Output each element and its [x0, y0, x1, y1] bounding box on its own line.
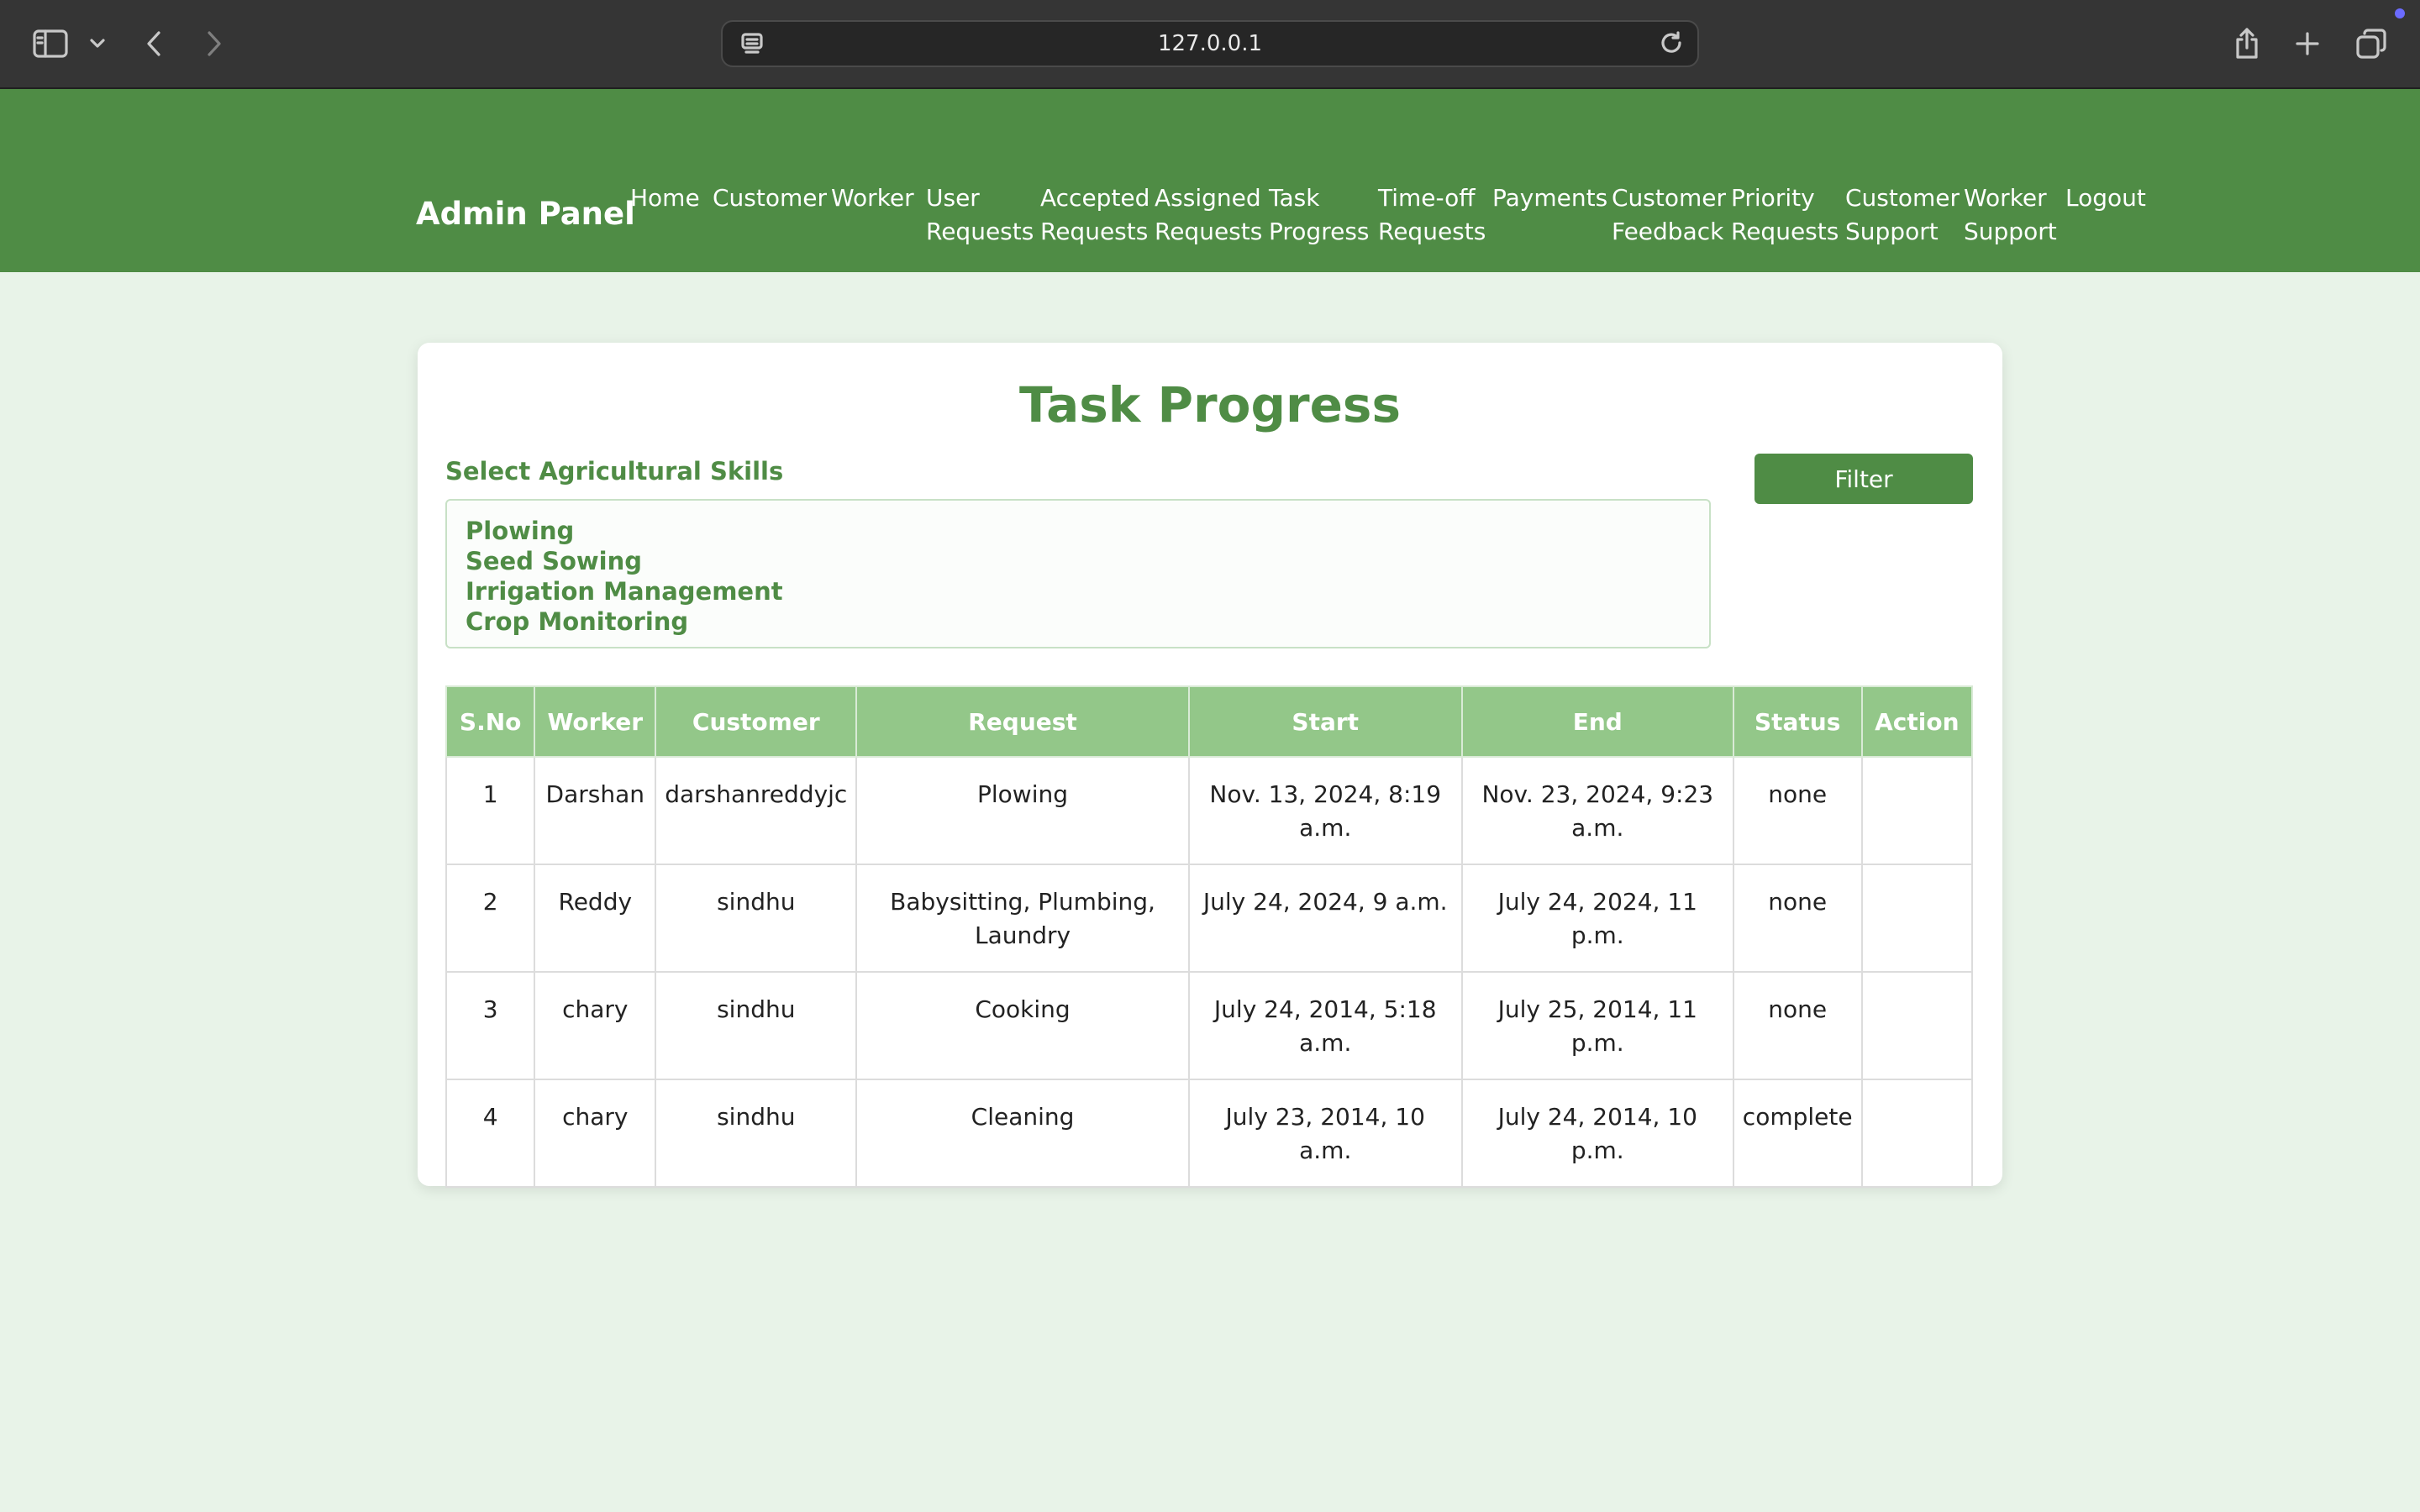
page-title: Task Progress: [1019, 376, 1401, 433]
cell-end: July 25, 2014, 11 p.m.: [1460, 971, 1734, 1080]
cell-worker: chary: [534, 971, 657, 1080]
cell-request: Plowing: [855, 756, 1190, 865]
cell-end: Nov. 23, 2024, 9:23 a.m.: [1460, 756, 1734, 865]
nav-logout[interactable]: Logout: [2065, 181, 2146, 215]
column-header-request: Request: [855, 685, 1190, 758]
column-header-end: End: [1460, 685, 1734, 758]
cell-end: July 24, 2024, 11 p.m.: [1460, 864, 1734, 973]
forward-icon[interactable]: [192, 22, 235, 66]
column-header-start: Start: [1187, 685, 1463, 758]
nav-home[interactable]: Home: [630, 181, 700, 215]
cell-sno: 2: [445, 864, 536, 973]
cell-status: none: [1732, 864, 1863, 973]
cell-request: Babysitting, Plumbing, Laundry: [855, 864, 1190, 973]
task-progress-card: Task Progress Select Agricultural Skills…: [418, 343, 2002, 1188]
table-header-row: S.No Worker Customer Request Start End S…: [445, 685, 1974, 758]
browser-toolbar: 127.0.0.1: [0, 0, 2420, 89]
chevron-down-icon[interactable]: [76, 22, 119, 66]
reload-icon[interactable]: [1650, 22, 1694, 66]
nav-payments[interactable]: Payments: [1492, 181, 1607, 215]
brand-title: Admin Panel: [416, 196, 635, 232]
cell-customer: darshanreddyjc: [655, 756, 858, 865]
cell-request: Cooking: [855, 971, 1190, 1080]
cell-customer: sindhu: [655, 971, 858, 1080]
share-icon[interactable]: [2225, 22, 2269, 66]
nav-time-off-requests[interactable]: Time-off Requests: [1378, 181, 1486, 249]
cell-action: [1860, 1079, 1974, 1188]
column-header-sno: S.No: [445, 685, 536, 758]
tab-overview-icon[interactable]: [2349, 22, 2393, 66]
column-header-status: Status: [1732, 685, 1863, 758]
nav-user-requests[interactable]: User Requests: [926, 181, 1034, 249]
cell-customer: sindhu: [655, 1079, 858, 1188]
table-row: 1 Darshan darshanreddyjc Plowing Nov. 13…: [445, 756, 1974, 865]
skills-multiselect[interactable]: Plowing Seed Sowing Irrigation Managemen…: [445, 499, 1711, 648]
table-row: 2 Reddy sindhu Babysitting, Plumbing, La…: [445, 864, 1974, 973]
skill-option[interactable]: Crop Monitoring: [466, 606, 1691, 637]
cell-worker: Reddy: [534, 864, 657, 973]
cell-sno: 4: [445, 1079, 536, 1188]
column-header-customer: Customer: [655, 685, 858, 758]
back-icon[interactable]: [133, 22, 176, 66]
sidebar-toggle-icon[interactable]: [29, 22, 72, 66]
cell-start: Nov. 13, 2024, 8:19 a.m.: [1187, 756, 1463, 865]
cell-request: Cleaning: [855, 1079, 1190, 1188]
new-tab-icon[interactable]: [2286, 22, 2329, 66]
url-text: 127.0.0.1: [1157, 31, 1263, 56]
nav-customer-support[interactable]: Customer Support: [1845, 181, 1960, 249]
notification-dot: [2395, 8, 2405, 18]
nav-accepted-requests[interactable]: Accepted Requests: [1040, 181, 1150, 249]
skill-option[interactable]: Seed Sowing: [466, 546, 1691, 576]
cell-action: [1860, 971, 1974, 1080]
cell-start: July 24, 2014, 5:18 a.m.: [1187, 971, 1463, 1080]
cell-status: none: [1732, 756, 1863, 865]
cell-start: July 24, 2024, 9 a.m.: [1187, 864, 1463, 973]
table-row: 3 chary sindhu Cooking July 24, 2014, 5:…: [445, 971, 1974, 1080]
cell-worker: Darshan: [534, 756, 657, 865]
nav-customer[interactable]: Customer: [713, 181, 827, 215]
nav-task-progress[interactable]: Task Progress: [1269, 181, 1370, 249]
cell-action: [1860, 864, 1974, 973]
nav-worker-support[interactable]: Worker Support: [1964, 181, 2057, 249]
cell-worker: chary: [534, 1079, 657, 1188]
nav-priority-requests[interactable]: Priority Requests: [1731, 181, 1839, 249]
cell-status: complete: [1732, 1079, 1863, 1188]
skills-label: Select Agricultural Skills: [445, 457, 784, 486]
filter-button[interactable]: Filter: [1754, 454, 1973, 504]
column-header-action: Action: [1860, 685, 1974, 758]
nav-customer-feedback[interactable]: Customer Feedback: [1612, 181, 1726, 249]
task-progress-table: S.No Worker Customer Request Start End S…: [445, 685, 1974, 1188]
cell-status: none: [1732, 971, 1863, 1080]
table-row: 4 chary sindhu Cleaning July 23, 2014, 1…: [445, 1079, 1974, 1188]
cell-action: [1860, 756, 1974, 865]
skill-option[interactable]: Irrigation Management: [466, 576, 1691, 606]
cell-customer: sindhu: [655, 864, 858, 973]
cell-sno: 3: [445, 971, 536, 1080]
column-header-worker: Worker: [534, 685, 657, 758]
nav-assigned-requests[interactable]: Assigned Requests: [1155, 181, 1262, 249]
skill-option[interactable]: Plowing: [466, 516, 1691, 546]
nav-worker[interactable]: Worker: [831, 181, 914, 215]
cell-start: July 23, 2014, 10 a.m.: [1187, 1079, 1463, 1188]
address-bar[interactable]: 127.0.0.1: [721, 20, 1699, 67]
cell-sno: 1: [445, 756, 536, 865]
cell-end: July 24, 2014, 10 p.m.: [1460, 1079, 1734, 1188]
